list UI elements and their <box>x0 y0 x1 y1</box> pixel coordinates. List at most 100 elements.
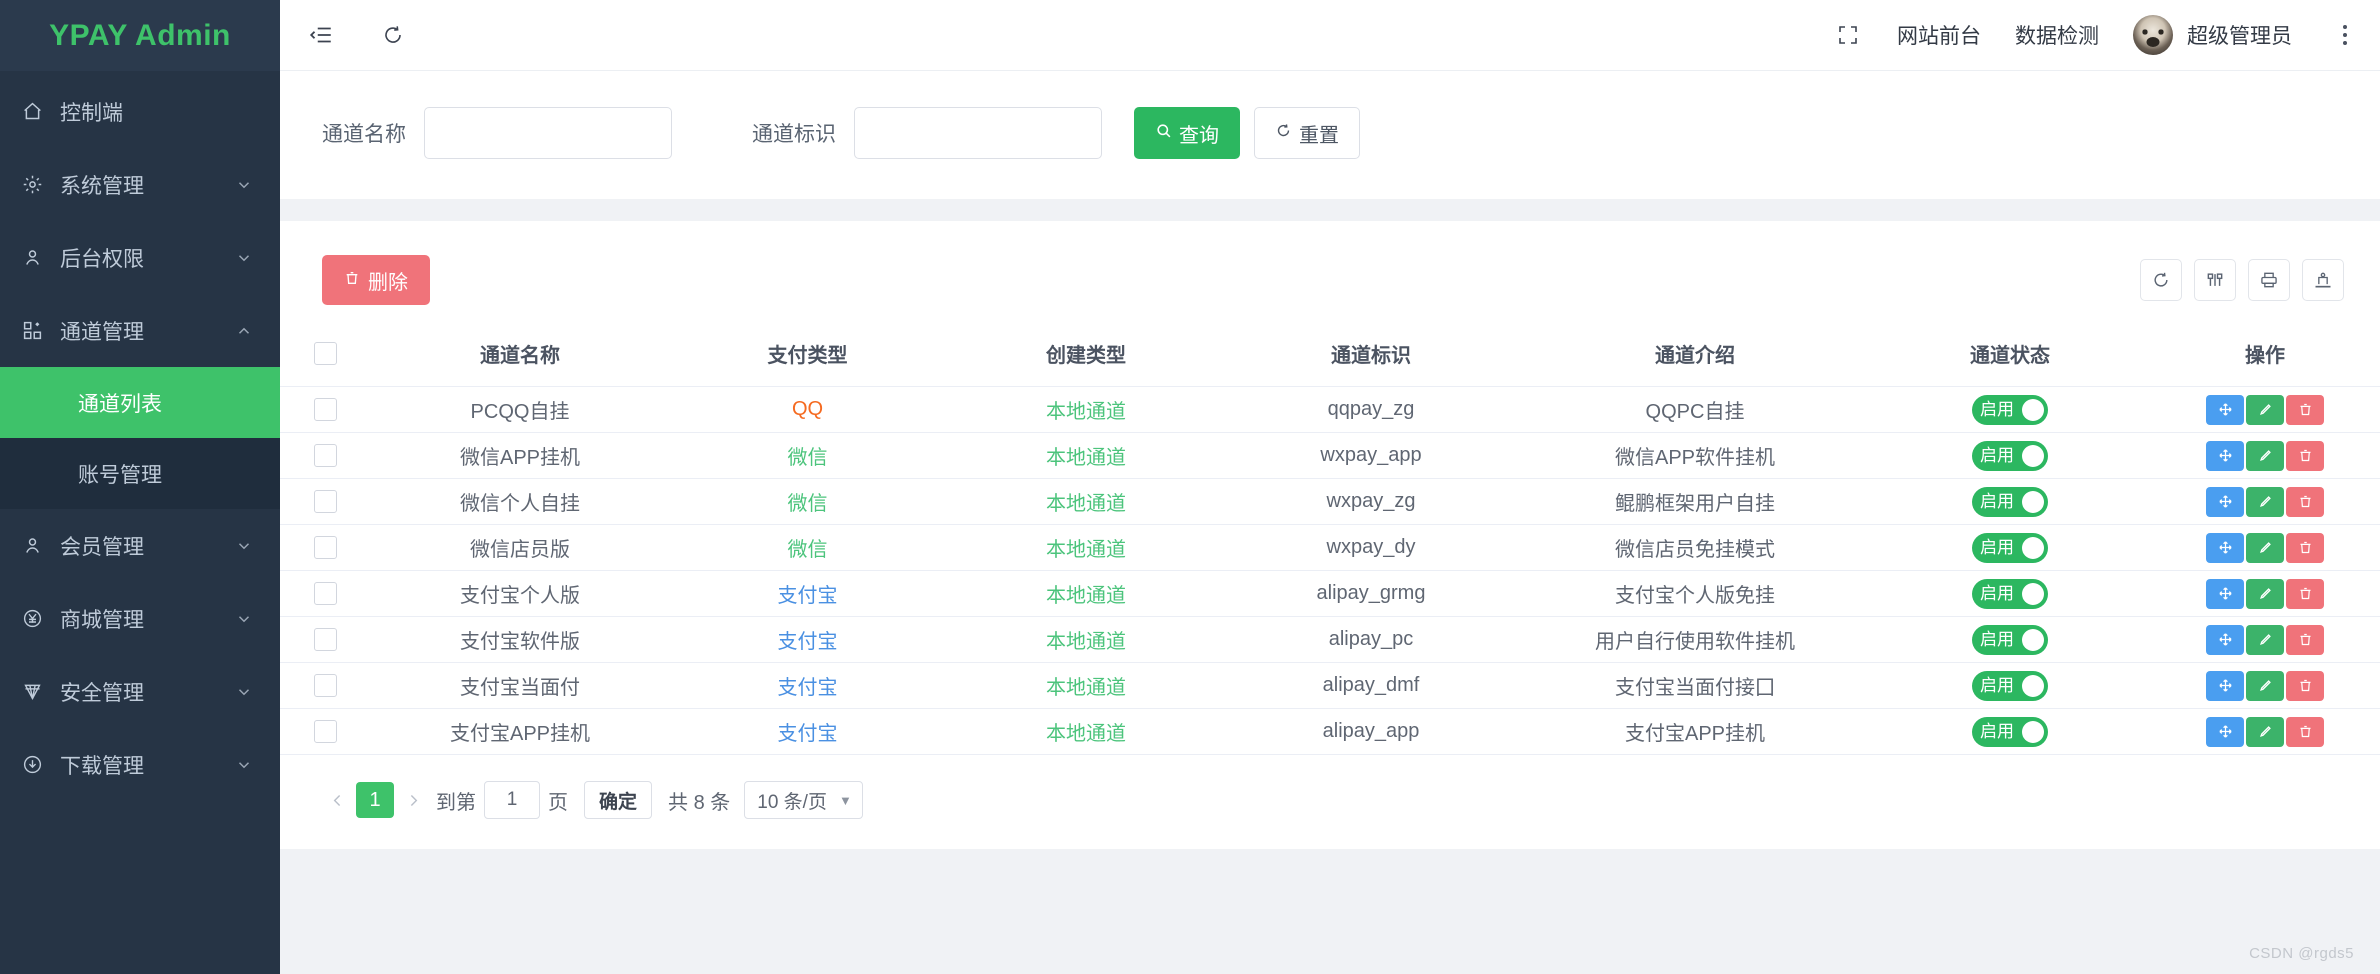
table-row: 微信个人自挂微信本地通道wxpay_zg鲲鹏框架用户自挂启用 <box>280 479 2380 525</box>
sidebar-item-download[interactable]: 下载管理 <box>0 728 280 801</box>
edit-icon[interactable] <box>2246 533 2284 563</box>
move-icon[interactable] <box>2206 625 2244 655</box>
status-toggle[interactable]: 启用 <box>1972 487 2048 517</box>
status-toggle[interactable]: 启用 <box>1972 625 2048 655</box>
more-vertical-icon[interactable] <box>2332 25 2358 45</box>
query-button[interactable]: 查询 <box>1134 107 1240 159</box>
move-icon[interactable] <box>2206 579 2244 609</box>
cell-channel-name: PCQQ自挂 <box>370 387 670 433</box>
chevron-down-icon[interactable] <box>234 610 254 628</box>
sidebar-item-channel[interactable]: 通道管理 <box>0 294 280 367</box>
topbar: 网站前台 数据检测 超级管理员 <box>280 0 2380 71</box>
row-checkbox[interactable] <box>314 536 337 559</box>
sidebar-item-security[interactable]: 安全管理 <box>0 655 280 728</box>
chevron-down-icon[interactable] <box>234 756 254 774</box>
page-number-1[interactable]: 1 <box>356 782 394 818</box>
sidebar-item-permissions[interactable]: 后台权限 <box>0 221 280 294</box>
export-icon[interactable] <box>2302 259 2344 301</box>
channel-name-input[interactable] <box>424 107 672 159</box>
edit-icon[interactable] <box>2246 395 2284 425</box>
cell-operations <box>2145 479 2380 525</box>
sidebar-item-member[interactable]: 会员管理 <box>0 509 280 582</box>
status-toggle[interactable]: 启用 <box>1972 717 2048 747</box>
sidebar-logo[interactable]: YPAY Admin <box>0 0 280 71</box>
chevron-down-icon[interactable] <box>234 683 254 701</box>
cell-create-type: 本地通道 <box>945 387 1227 433</box>
move-icon[interactable] <box>2206 395 2244 425</box>
trash-icon[interactable] <box>2286 579 2324 609</box>
user-menu[interactable]: 超级管理员 <box>2133 15 2292 55</box>
reset-button-label: 重置 <box>1299 119 1339 148</box>
chevron-down-icon[interactable] <box>234 176 254 194</box>
trash-icon[interactable] <box>2286 395 2324 425</box>
refresh-icon[interactable] <box>378 20 408 50</box>
row-checkbox[interactable] <box>314 398 337 421</box>
edit-icon[interactable] <box>2246 487 2284 517</box>
channel-table: 通道名称 支付类型 创建类型 通道标识 通道介绍 通道状态 操作 PCQQ自挂Q… <box>280 327 2380 755</box>
sidebar-item-dashboard[interactable]: 控制端 <box>0 75 280 148</box>
trash-icon[interactable] <box>2286 717 2324 747</box>
topbar-link-frontend[interactable]: 网站前台 <box>1897 20 1981 50</box>
select-all-checkbox[interactable] <box>314 342 337 365</box>
goto-page-input[interactable] <box>484 781 540 819</box>
trash-icon[interactable] <box>2286 671 2324 701</box>
trash-icon <box>344 269 360 292</box>
row-checkbox[interactable] <box>314 628 337 651</box>
edit-icon[interactable] <box>2246 671 2284 701</box>
chevron-up-icon[interactable] <box>234 322 254 340</box>
delete-button[interactable]: 删除 <box>322 255 430 305</box>
header-operations: 操作 <box>2145 327 2380 387</box>
cell-create-type: 本地通道 <box>945 433 1227 479</box>
move-icon[interactable] <box>2206 441 2244 471</box>
topbar-left <box>306 20 408 50</box>
trash-icon[interactable] <box>2286 625 2324 655</box>
sidebar-item-shop[interactable]: 商城管理 <box>0 582 280 655</box>
chevron-right-icon[interactable] <box>398 782 428 818</box>
menu-collapse-icon[interactable] <box>306 20 336 50</box>
chevron-down-icon[interactable] <box>234 537 254 555</box>
cell-pay-type: 支付宝 <box>670 571 945 617</box>
search-row: 通道名称 通道标识 查询 <box>280 107 2380 159</box>
row-checkbox[interactable] <box>314 720 337 743</box>
reset-button[interactable]: 重置 <box>1254 107 1360 159</box>
trash-icon[interactable] <box>2286 533 2324 563</box>
status-toggle[interactable]: 启用 <box>1972 395 2048 425</box>
chevron-left-icon[interactable] <box>322 782 352 818</box>
cell-channel-status: 启用 <box>1875 525 2145 571</box>
cell-channel-intro: 支付宝APP挂机 <box>1515 709 1875 755</box>
row-checkbox[interactable] <box>314 674 337 697</box>
pagination: 1 到第 页 确定 共 8 条 10 条/页 ▼ <box>280 755 2380 849</box>
chevron-down-icon[interactable] <box>234 249 254 267</box>
move-icon[interactable] <box>2206 717 2244 747</box>
fullscreen-icon[interactable] <box>1833 20 1863 50</box>
trash-icon[interactable] <box>2286 487 2324 517</box>
move-icon[interactable] <box>2206 533 2244 563</box>
sidebar-item-account-manage[interactable]: 账号管理 <box>0 438 280 509</box>
edit-icon[interactable] <box>2246 717 2284 747</box>
sidebar-item-channel-list[interactable]: 通道列表 <box>0 367 280 438</box>
channel-ident-input[interactable] <box>854 107 1102 159</box>
row-checkbox[interactable] <box>314 444 337 467</box>
edit-icon[interactable] <box>2246 625 2284 655</box>
topbar-link-datacheck[interactable]: 数据检测 <box>2015 20 2099 50</box>
row-select-cell <box>280 433 370 479</box>
status-toggle[interactable]: 启用 <box>1972 671 2048 701</box>
confirm-button[interactable]: 确定 <box>584 781 652 819</box>
move-icon[interactable] <box>2206 487 2244 517</box>
cell-channel-ident: alipay_pc <box>1227 617 1515 663</box>
status-toggle[interactable]: 启用 <box>1972 533 2048 563</box>
cell-channel-ident: qqpay_zg <box>1227 387 1515 433</box>
columns-icon[interactable] <box>2194 259 2236 301</box>
status-toggle[interactable]: 启用 <box>1972 579 2048 609</box>
row-checkbox[interactable] <box>314 582 337 605</box>
print-icon[interactable] <box>2248 259 2290 301</box>
sidebar-item-system[interactable]: 系统管理 <box>0 148 280 221</box>
edit-icon[interactable] <box>2246 579 2284 609</box>
refresh-icon[interactable] <box>2140 259 2182 301</box>
trash-icon[interactable] <box>2286 441 2324 471</box>
status-toggle[interactable]: 启用 <box>1972 441 2048 471</box>
row-checkbox[interactable] <box>314 490 337 513</box>
move-icon[interactable] <box>2206 671 2244 701</box>
edit-icon[interactable] <box>2246 441 2284 471</box>
page-size-select[interactable]: 10 条/页 ▼ <box>744 781 863 819</box>
